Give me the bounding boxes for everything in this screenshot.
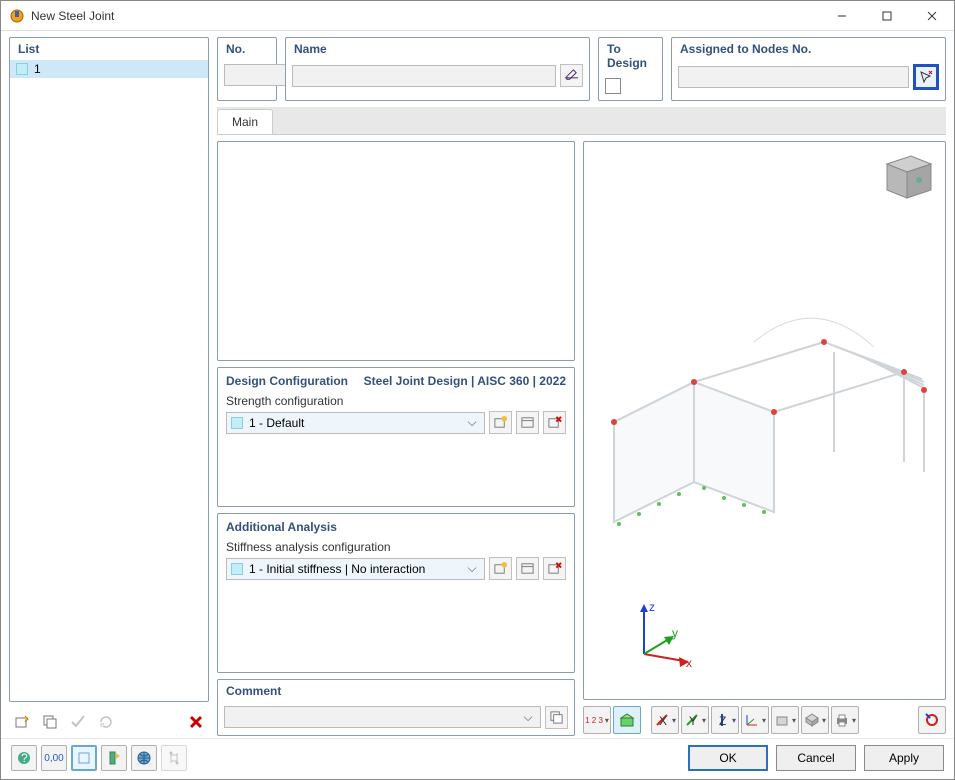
list-item[interactable]: 1 (10, 60, 208, 78)
refresh-button[interactable] (93, 709, 119, 735)
view-y-button[interactable]: Y▾ (681, 706, 709, 734)
stiffness-combo[interactable]: 1 - Initial stiffness | No interaction ⌵ (226, 558, 485, 580)
assigned-nodes-input[interactable] (678, 66, 909, 88)
globe-button[interactable] (131, 745, 157, 771)
delete-stiff-button[interactable] (543, 557, 566, 580)
todesign-checkbox[interactable] (605, 78, 621, 94)
svg-text:z: z (649, 600, 655, 614)
axis-toggle-button[interactable]: ▾ (741, 706, 769, 734)
list-item-label: 1 (34, 62, 41, 76)
tab-main[interactable]: Main (217, 109, 273, 134)
design-config-header: Design Configuration (226, 374, 348, 388)
delete-button[interactable] (183, 709, 209, 735)
svg-text:x: x (686, 656, 692, 670)
script-button[interactable] (161, 745, 187, 771)
check-button[interactable] (65, 709, 91, 735)
edit-name-button[interactable] (560, 64, 583, 87)
display-mode-button[interactable]: ▾ (771, 706, 799, 734)
name-label: Name (286, 38, 589, 60)
show-numbers-button[interactable]: 1 2 3▾ (583, 706, 611, 734)
nav-cube-icon[interactable] (877, 150, 937, 206)
svg-text:?: ? (21, 751, 28, 765)
app-icon (9, 8, 25, 24)
new-config-button[interactable] (489, 411, 512, 434)
list-toolbar (9, 708, 209, 736)
design-standard-link[interactable]: Steel Joint Design | AISC 360 | 2022 (364, 374, 566, 388)
chevron-down-icon: ⌵ (464, 561, 480, 576)
view-z-button[interactable]: Z▾ (711, 706, 739, 734)
strength-label: Strength configuration (226, 394, 566, 408)
stiffness-label: Stiffness analysis configuration (226, 540, 566, 554)
additional-header: Additional Analysis (226, 520, 337, 534)
svg-text:X: X (659, 714, 667, 728)
assigned-nodes-label: Assigned to Nodes No. (672, 38, 945, 60)
close-button[interactable] (909, 1, 954, 30)
new-stiff-button[interactable] (489, 557, 512, 580)
color-swatch-icon (16, 63, 28, 75)
minimize-button[interactable] (819, 1, 864, 30)
structure-model (584, 312, 934, 532)
grid-button[interactable] (71, 745, 97, 771)
dialog-bottom-bar: ? 0,00 OK Cancel Apply (1, 738, 954, 779)
library-stiff-button[interactable] (516, 557, 539, 580)
copy-item-button[interactable] (37, 709, 63, 735)
viewport-toolbar: 1 2 3▾ X▾ Y▾ Z▾ ▾ ▾ ▾ ▾ (583, 704, 946, 736)
help-button[interactable]: ? (11, 745, 37, 771)
pick-nodes-button[interactable] (913, 64, 939, 90)
comment-header: Comment (218, 680, 574, 702)
strength-combo[interactable]: 1 - Default ⌵ (226, 412, 485, 434)
view-x-button[interactable]: X▾ (651, 706, 679, 734)
stiffness-value: 1 - Initial stiffness | No interaction (249, 562, 464, 576)
iso-view-button[interactable]: ▾ (801, 706, 829, 734)
print-button[interactable]: ▾ (831, 706, 859, 734)
new-item-button[interactable] (9, 709, 35, 735)
name-input[interactable] (292, 65, 556, 87)
apply-button[interactable]: Apply (864, 745, 944, 771)
ok-button[interactable]: OK (688, 745, 768, 771)
svg-text:Z: Z (719, 714, 726, 728)
comment-combo[interactable]: ⌵ (224, 706, 541, 728)
svg-text:Y: Y (689, 714, 697, 728)
strength-value: 1 - Default (249, 416, 464, 430)
chevron-down-icon: ⌵ (464, 415, 480, 430)
delete-config-button[interactable] (543, 411, 566, 434)
numbers-icon: 1 2 3 (585, 716, 603, 725)
design-config-section: Design Configuration Steel Joint Design … (217, 367, 575, 507)
model-viewport[interactable]: z x y (583, 141, 946, 700)
show-model-button[interactable] (613, 706, 641, 734)
chevron-down-icon: ⌵ (520, 710, 536, 725)
maximize-button[interactable] (864, 1, 909, 30)
target-button[interactable] (918, 706, 946, 734)
units-button[interactable]: 0,00 (41, 745, 67, 771)
comment-extra-button[interactable] (545, 706, 568, 729)
color-swatch-icon (231, 563, 243, 575)
library-config-button[interactable] (516, 411, 539, 434)
preview-blank (217, 141, 575, 361)
additional-analysis-section: Additional Analysis Stiffness analysis c… (217, 513, 575, 673)
list-header: List (10, 38, 208, 60)
titlebar: New Steel Joint (1, 1, 954, 31)
cancel-button[interactable]: Cancel (776, 745, 856, 771)
tabs: Main (217, 107, 946, 135)
wizard-button[interactable] (101, 745, 127, 771)
todesign-label: To Design (599, 38, 662, 74)
no-label: No. (218, 38, 276, 60)
comment-section: Comment ⌵ (217, 679, 575, 736)
axis-triad-icon: z x y (624, 599, 714, 679)
window-title: New Steel Joint (31, 9, 819, 23)
svg-text:y: y (672, 626, 678, 640)
color-swatch-icon (231, 417, 243, 429)
